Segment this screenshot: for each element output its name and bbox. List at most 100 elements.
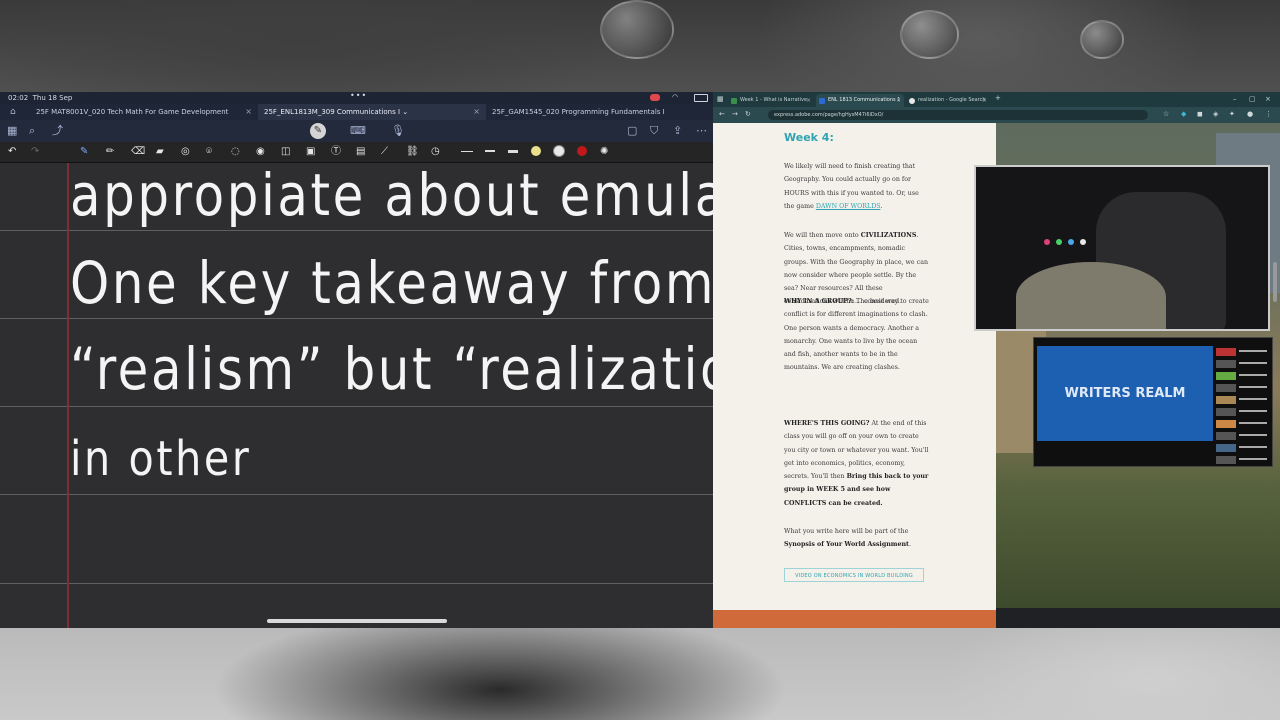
stroke-width-medium[interactable] (485, 150, 495, 152)
recommendation-thumb[interactable] (1216, 456, 1236, 464)
close-icon[interactable]: × (806, 94, 811, 107)
webcam-light (1080, 239, 1086, 245)
recommendation-thumb[interactable] (1216, 348, 1236, 356)
maximize-icon[interactable]: ▢ (1249, 95, 1256, 103)
lasso-icon[interactable]: ⌾ (206, 146, 212, 158)
recommendation-thumb[interactable] (1216, 384, 1236, 392)
note-page[interactable]: appropiate about emulatin One key takeaw… (0, 163, 713, 628)
highlighter-icon[interactable]: ▰ (156, 146, 164, 158)
scrollbar[interactable] (1273, 262, 1277, 302)
bookmark-icon[interactable]: ⛉ (650, 125, 658, 137)
color-picker-icon[interactable]: ✺ (600, 146, 608, 158)
video-title-text: WRITERS REALM (1064, 386, 1186, 401)
youtube-sidebar (1216, 346, 1271, 464)
microphone-icon[interactable]: 🎙 (391, 125, 405, 137)
browser-menu-icon[interactable]: ▦ (717, 95, 724, 103)
color-swatch-white[interactable] (554, 146, 564, 156)
recommendation-line (1239, 410, 1267, 412)
timer-icon[interactable]: ◷ (431, 146, 440, 158)
tab-programming[interactable]: 25F_GAM1545_020 Programming Fundamentals… (486, 104, 713, 120)
home-indicator[interactable] (267, 619, 447, 623)
text-tool-icon[interactable]: Ⓣ (331, 146, 341, 158)
more-icon[interactable]: ⋯ (696, 125, 707, 137)
page-rule (0, 583, 713, 584)
handwritten-line: One key takeaway from (70, 249, 713, 317)
close-icon[interactable]: × (896, 94, 901, 107)
search-icon[interactable]: ⌕ (29, 125, 35, 137)
keyboard-icon[interactable]: ⌨ (350, 125, 366, 137)
link-icon[interactable]: ⛓ (406, 146, 419, 158)
photo-icon[interactable]: ▤ (356, 146, 365, 158)
add-page-icon[interactable]: ▢ (627, 125, 637, 137)
browser-tab-google[interactable]: realization - Google Search × (906, 94, 990, 107)
pencil-mode-icon[interactable]: ✎ (310, 123, 326, 139)
tab-math[interactable]: 25F MAT8001V_020 Tech Math For Game Deve… (30, 104, 258, 120)
recommendation-thumb[interactable] (1216, 432, 1236, 440)
recommendation-line (1239, 374, 1267, 376)
element-icon[interactable]: ◉ (256, 146, 265, 158)
multitask-dots[interactable]: ••• (350, 92, 367, 100)
recommendation-thumb[interactable] (1216, 408, 1236, 416)
address-bar-row: ← → ↻ express.adobe.com/page/hgHysM47i6i… (713, 107, 1280, 123)
dawn-of-worlds-link[interactable]: DAWN OF WORLDS (816, 203, 881, 210)
home-icon[interactable]: ⌂ (10, 106, 16, 118)
tab-favicon (819, 98, 825, 104)
recommendation-thumb[interactable] (1216, 396, 1236, 404)
close-icon[interactable]: × (245, 104, 252, 120)
page-rule (0, 230, 713, 231)
back-icon[interactable]: ← (719, 110, 725, 118)
handwritten-line: appropiate about emulatin (70, 163, 713, 229)
share-arrow-icon[interactable]: ⤴ (52, 125, 63, 137)
stroke-width-thick[interactable] (508, 150, 518, 153)
new-tab-icon[interactable]: + (995, 94, 1001, 102)
extensions-puzzle-icon[interactable]: ✦ (1229, 110, 1235, 118)
color-swatch-yellow[interactable] (531, 146, 541, 156)
extension-icon[interactable]: ◆ (1181, 110, 1186, 118)
url-field[interactable]: express.adobe.com/page/hgHysM47i6iDxO/ (768, 110, 1148, 120)
recommendation-thumb[interactable] (1216, 420, 1236, 428)
select-icon[interactable]: ◌ (231, 146, 240, 158)
tab-communications[interactable]: 25F_ENL1813M_309 Communications I ⌄ × (258, 104, 486, 120)
extension-icon[interactable]: ◈ (1213, 110, 1218, 118)
close-icon[interactable]: × (473, 104, 480, 120)
minimize-icon[interactable]: – (1233, 95, 1237, 103)
star-icon[interactable]: ☆ (1163, 110, 1169, 118)
close-window-icon[interactable]: × (1265, 95, 1271, 103)
laser-pointer-icon[interactable]: ⟋ (381, 146, 388, 158)
image-icon[interactable]: ▣ (306, 146, 315, 158)
eraser-icon[interactable]: ⌫ (131, 146, 145, 158)
recommendation-line (1239, 350, 1267, 352)
stroke-width-thin[interactable] (461, 151, 473, 152)
recommendation-thumb[interactable] (1216, 444, 1236, 452)
sticker-icon[interactable]: ◫ (281, 146, 290, 158)
pencil-tool-icon[interactable]: ✏ (106, 146, 114, 158)
video-economics-button[interactable]: VIDEO ON ECONOMICS IN WORLD BUILDING (784, 568, 924, 582)
shape-tool-icon[interactable]: ◎ (181, 146, 190, 158)
forward-icon[interactable]: → (732, 110, 738, 118)
extension-icon[interactable]: ◼ (1197, 110, 1203, 118)
browser-tab-enl1813[interactable]: ENL 1813 Communications 1 × (816, 94, 904, 107)
redo-icon[interactable]: ↷ (31, 146, 39, 158)
browser-tab-week1[interactable]: Week 1 - What is Narrative Desi× (728, 94, 814, 116)
page-rule (0, 406, 713, 407)
profile-avatar-icon[interactable]: ● (1247, 110, 1253, 118)
notes-app-window: 02:02 Thu 18 Sep ••• ◠ ⌂ 25F MAT8001V_02… (0, 92, 713, 628)
browser-more-icon[interactable]: ⋮ (1265, 110, 1272, 118)
color-swatch-red[interactable] (577, 146, 587, 156)
undo-icon[interactable]: ↶ (8, 146, 16, 158)
recommendation-thumb[interactable] (1216, 372, 1236, 380)
export-icon[interactable]: ⇪ (673, 125, 682, 137)
webcam-light (1056, 239, 1062, 245)
wallpaper-bubble (600, 0, 674, 59)
pen-tool-icon[interactable]: ✎ (80, 146, 88, 158)
reload-icon[interactable]: ↻ (745, 110, 751, 118)
close-icon[interactable]: × (982, 94, 987, 107)
youtube-video-player[interactable]: WRITERS REALM (1037, 346, 1213, 441)
recommendation-thumb[interactable] (1216, 360, 1236, 368)
recording-indicator-icon (650, 94, 660, 101)
status-time: 02:02 Thu 18 Sep (8, 94, 73, 102)
webcam-light (1044, 239, 1050, 245)
paragraph-group: WHY IN A GROUP?: The best way to create … (784, 298, 929, 372)
grid-icon[interactable]: ▦ (7, 125, 17, 137)
top-toolbar: ▦ ⌕ ⤴ ✎ ⌨ 🎙 ▢ ⛉ ⇪ ⋯ (0, 120, 713, 142)
